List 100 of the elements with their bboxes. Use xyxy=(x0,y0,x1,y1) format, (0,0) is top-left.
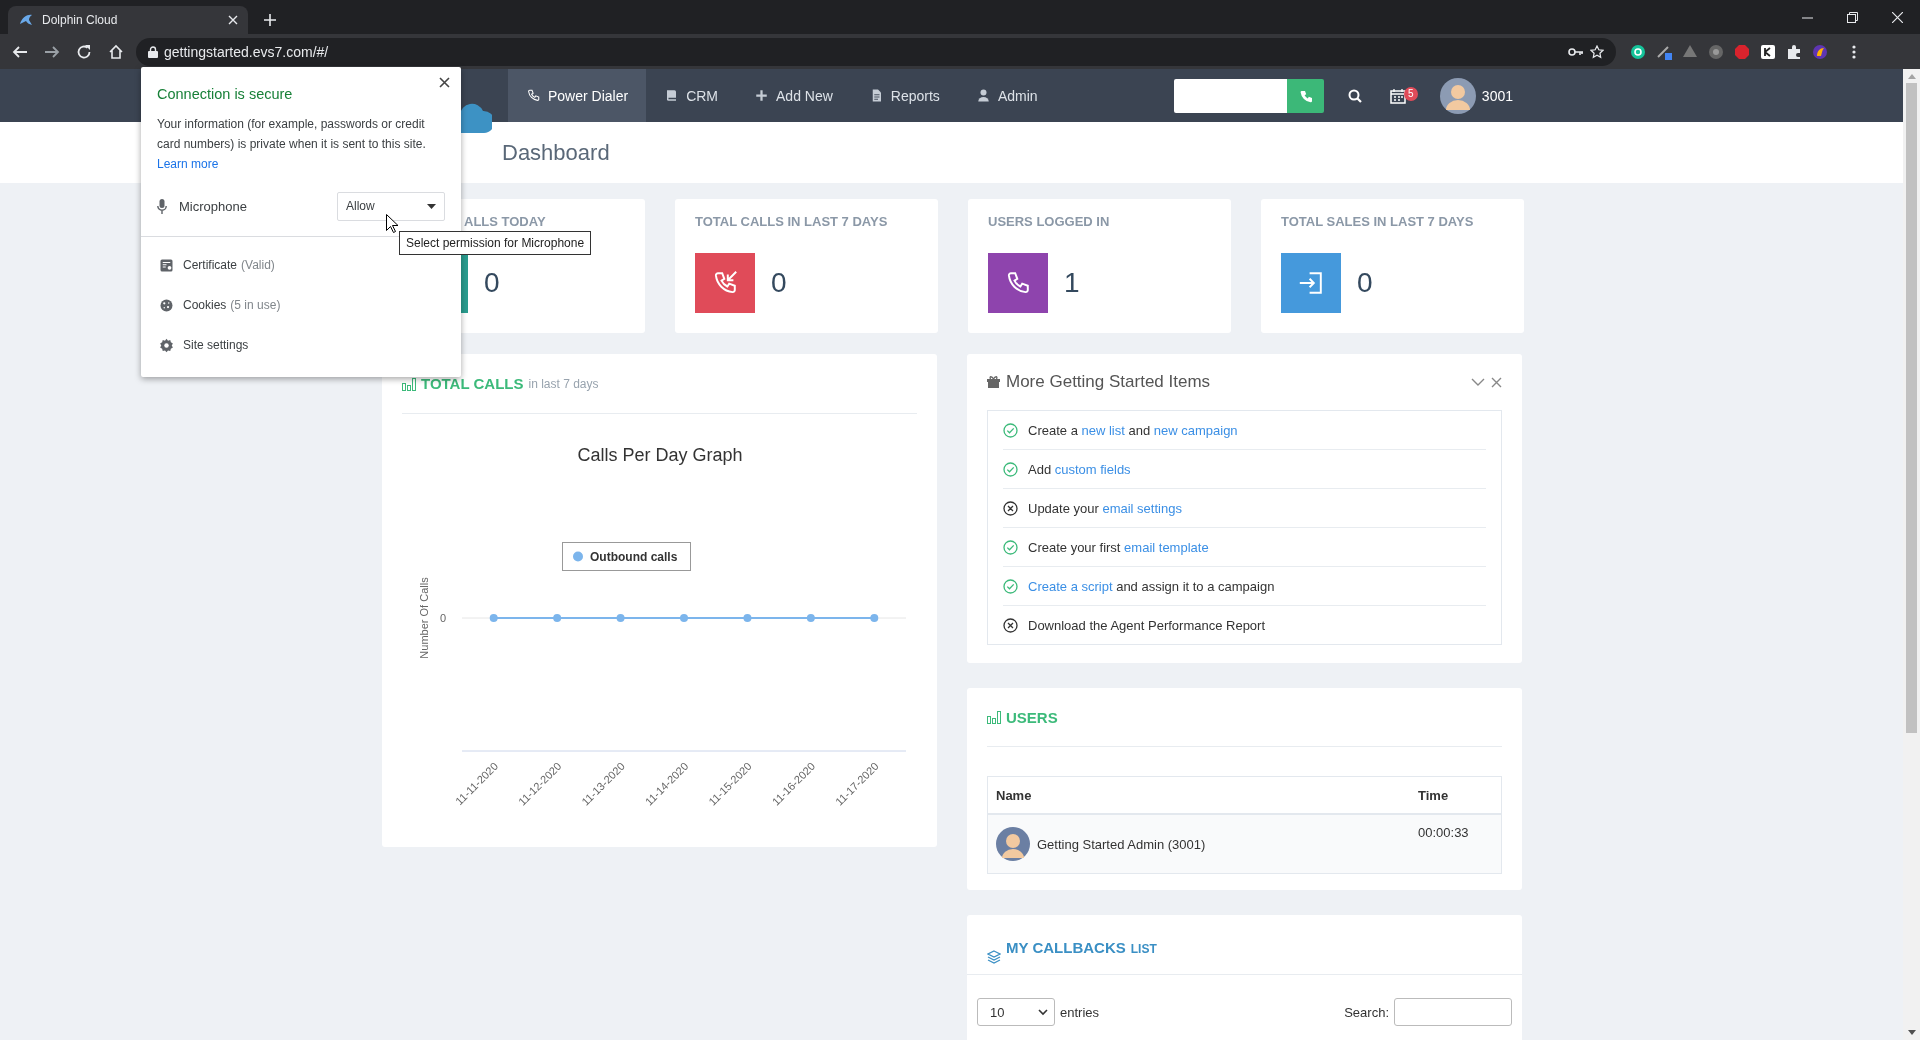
new-tab-icon[interactable] xyxy=(264,14,276,26)
layers-icon xyxy=(987,949,1001,964)
task-link[interactable]: email settings xyxy=(1102,500,1182,516)
caret-icon xyxy=(427,203,436,209)
calendar-icon[interactable] xyxy=(1389,87,1406,104)
restore-icon[interactable] xyxy=(1847,11,1858,23)
menu-icon[interactable] xyxy=(1852,43,1856,60)
bird-icon[interactable] xyxy=(1812,43,1828,60)
home-icon[interactable] xyxy=(108,43,124,60)
stat-label: TOTAL SALES IN LAST 7 DAYS xyxy=(1281,214,1474,229)
task-text: Create a script and assign it to a campaign xyxy=(1028,578,1275,594)
lock-icon xyxy=(148,45,158,58)
popup-menu-item[interactable]: Cookies xyxy=(183,298,227,312)
item-status: (Valid) xyxy=(241,258,275,272)
settings-icon xyxy=(159,337,174,353)
table-cell: 00:00:33 xyxy=(1418,825,1469,840)
task-link[interactable]: custom fields xyxy=(1054,461,1131,477)
nav-tab[interactable]: Admin xyxy=(957,69,1056,122)
mouse-cursor-icon xyxy=(386,214,398,233)
card-title: More Getting Started Items xyxy=(1006,372,1211,392)
search-field[interactable] xyxy=(1394,998,1512,1026)
page-size-select[interactable]: 10 xyxy=(977,998,1055,1026)
stat-value: 0 xyxy=(484,267,500,299)
data-point xyxy=(870,614,879,622)
phone-icon xyxy=(526,88,541,103)
url-text: gettingstarted.evs7.com/#/ xyxy=(164,43,330,60)
nav-tab[interactable]: Reports xyxy=(850,69,958,122)
data-point xyxy=(616,614,625,622)
legend-label: Outbound calls xyxy=(590,550,678,564)
avatar-silhouette-icon[interactable] xyxy=(1439,77,1476,114)
popup-title: Connection is secure xyxy=(157,86,294,102)
permission-label: Microphone xyxy=(179,198,248,214)
popup-description: Your information (for example, passwords or credit card numbers) is private when it is sent to this site. xyxy=(157,116,427,153)
bar-chart-icon xyxy=(402,376,416,391)
y-axis-title: Number Of Calls xyxy=(418,577,430,659)
task-text: Add custom fields xyxy=(1028,461,1131,477)
user-icon xyxy=(975,88,991,103)
certificate-icon xyxy=(159,257,174,273)
scroll-down-arrow-icon[interactable] xyxy=(1907,1030,1916,1035)
star-icon[interactable] xyxy=(1590,44,1604,59)
back-arrow-icon[interactable] xyxy=(12,43,28,60)
puzzle-icon[interactable] xyxy=(1786,43,1802,60)
extension-icon[interactable] xyxy=(1630,43,1646,60)
permission-select[interactable]: Allow xyxy=(337,191,445,221)
call-button[interactable] xyxy=(1286,78,1324,113)
task-link[interactable]: email template xyxy=(1124,539,1209,555)
stat-value: 1 xyxy=(1064,267,1080,299)
item-status: (5 in use) xyxy=(230,298,281,312)
phone-number-field[interactable] xyxy=(1173,78,1287,113)
collapse-chevron-icon[interactable] xyxy=(1471,377,1485,387)
card-title: MY CALLBACKS xyxy=(1006,939,1126,956)
stop-sign-icon[interactable] xyxy=(1734,43,1750,60)
address-bar[interactable]: gettingstarted.evs7.com/#/ xyxy=(136,37,1616,66)
user-extension: 3001 xyxy=(1481,87,1513,104)
stat-label: USERS LOGGED IN xyxy=(988,214,1110,229)
task-text: Create a new list and new campaign xyxy=(1028,422,1238,438)
task-link[interactable]: new list xyxy=(1081,422,1125,438)
bar-chart-icon xyxy=(987,710,1001,724)
search-label: Search: xyxy=(1344,1004,1389,1020)
gift-icon xyxy=(987,376,1000,388)
y-tick-label: 0 xyxy=(439,612,446,624)
stat-label: TOTAL CALLS IN LAST 7 DAYS xyxy=(695,214,888,229)
task-text: Download the Agent Performance Report xyxy=(1028,617,1266,633)
key-icon[interactable] xyxy=(1568,45,1584,58)
popup-menu-item[interactable]: Site settings xyxy=(183,338,249,352)
data-point xyxy=(553,614,562,622)
forward-arrow-icon[interactable] xyxy=(44,43,60,60)
popup-menu-item[interactable]: Certificate xyxy=(183,258,238,272)
stat-label: ALLS TODAY xyxy=(464,214,546,229)
task-text: Create your first email template xyxy=(1028,539,1209,555)
chevron-down-icon xyxy=(1038,1008,1048,1016)
nav-tab[interactable]: CRM xyxy=(646,69,737,122)
close-icon[interactable] xyxy=(439,77,450,88)
tab-title: Dolphin Cloud xyxy=(42,13,119,27)
avatar-silhouette-icon xyxy=(996,827,1030,861)
card-subtitle: in last 7 days xyxy=(528,376,599,391)
phone-icon xyxy=(1298,88,1313,103)
dolphin-favicon-icon xyxy=(18,12,34,28)
nav-tab[interactable]: Power Dialer xyxy=(508,69,647,122)
plus-icon xyxy=(754,88,770,103)
legend-marker-icon xyxy=(573,551,583,562)
card-title: USERS xyxy=(1006,708,1058,726)
learn-more-link[interactable]: Learn more xyxy=(157,154,219,174)
data-point xyxy=(743,614,752,622)
card-title: TOTAL CALLS xyxy=(421,375,524,392)
page-title: Dashboard xyxy=(502,139,610,166)
browser-tab[interactable]: Dolphin Cloud xyxy=(8,6,248,34)
stat-value: 0 xyxy=(1357,267,1373,299)
notification-badge: 5 xyxy=(1403,86,1418,101)
search-icon[interactable] xyxy=(1347,88,1362,103)
data-point xyxy=(806,614,815,622)
scrollbar-thumb[interactable] xyxy=(1906,83,1917,733)
nav-tab[interactable]: Add New xyxy=(736,69,851,122)
data-point xyxy=(680,614,688,622)
chart-title: Calls Per Day Graph xyxy=(577,445,743,465)
card-title-suffix: LIST xyxy=(1130,942,1157,956)
sign-in-icon xyxy=(1297,269,1325,297)
reload-icon[interactable] xyxy=(76,43,92,60)
task-text: Update your email settings xyxy=(1028,500,1182,516)
extension-icon[interactable] xyxy=(1760,43,1776,60)
